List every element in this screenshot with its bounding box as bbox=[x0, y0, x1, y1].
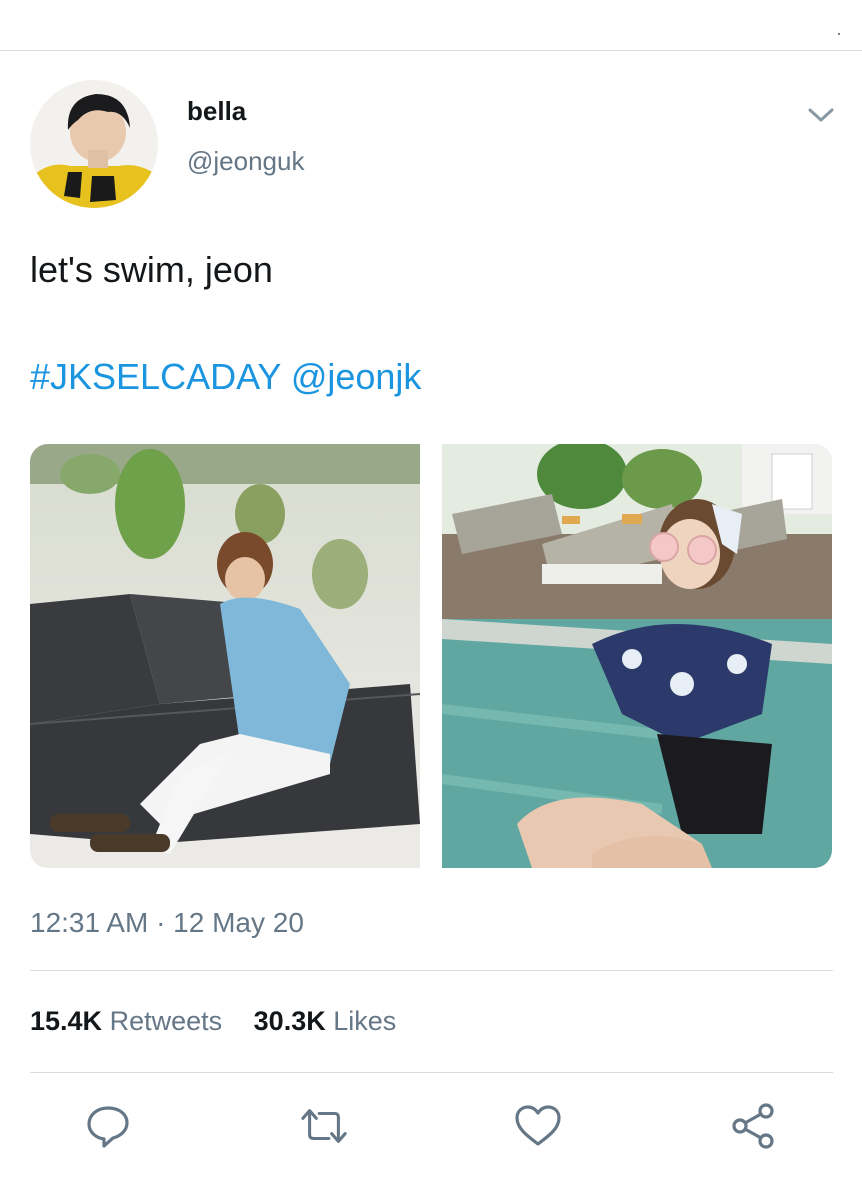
top-divider bbox=[0, 50, 862, 51]
retweets-count[interactable]: 15.4K bbox=[30, 1006, 102, 1036]
heart-icon[interactable] bbox=[514, 1102, 562, 1150]
avatar[interactable] bbox=[30, 80, 158, 208]
photo-man-on-lounger[interactable] bbox=[30, 444, 420, 868]
share-icon[interactable] bbox=[730, 1102, 778, 1150]
retweets-label[interactable]: Retweets bbox=[110, 1006, 223, 1036]
status-dot bbox=[838, 33, 840, 35]
tweet-timestamp[interactable]: 12:31 AM · 12 May 20 bbox=[30, 907, 304, 939]
user-handle[interactable]: @jeonguk bbox=[187, 146, 304, 177]
tweet-entities: #JKSELCADAY @jeonjk bbox=[30, 355, 421, 399]
divider bbox=[30, 1072, 833, 1073]
display-name[interactable]: bella bbox=[187, 96, 246, 127]
photo-woman-by-pool[interactable] bbox=[442, 444, 832, 868]
likes-count[interactable]: 30.3K bbox=[254, 1006, 326, 1036]
tweet-text: let's swim, jeon bbox=[30, 249, 273, 290]
reply-icon[interactable] bbox=[84, 1102, 132, 1150]
tweet-stats: 15.4K Retweets 30.3K Likes bbox=[30, 1006, 396, 1037]
likes-label[interactable]: Likes bbox=[333, 1006, 396, 1036]
divider bbox=[30, 970, 833, 971]
retweet-icon[interactable] bbox=[300, 1102, 348, 1150]
chevron-down-icon[interactable] bbox=[806, 104, 836, 126]
hashtag-link[interactable]: #JKSELCADAY bbox=[30, 356, 281, 397]
mention-link[interactable]: @jeonjk bbox=[291, 356, 422, 397]
